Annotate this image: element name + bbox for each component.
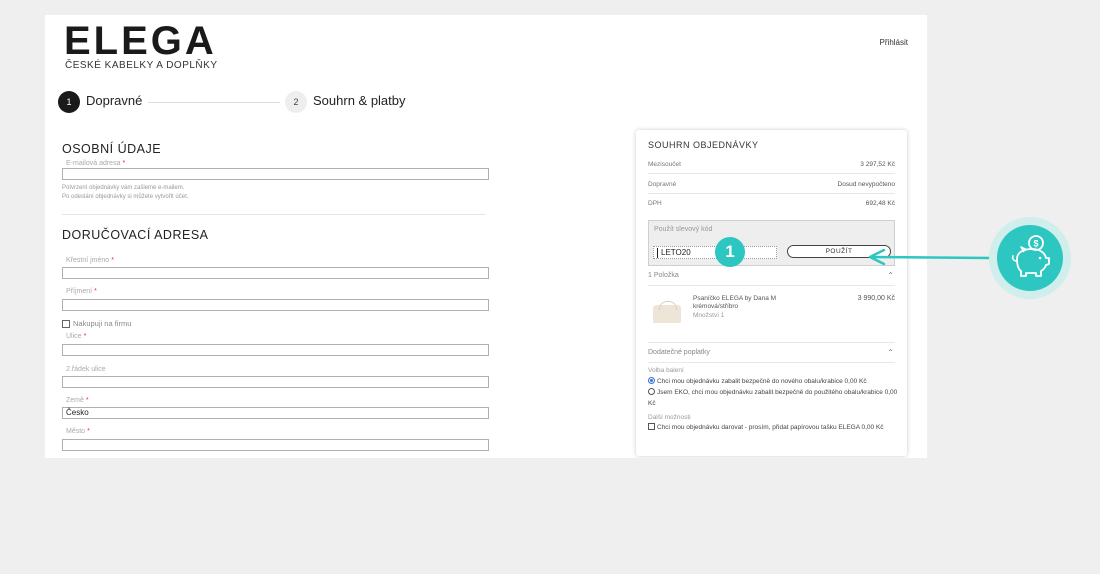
section-divider [62,214,486,215]
step-connector [148,102,280,103]
packaging-label: Volba balení [648,367,684,374]
subtotal-row: Mezisoučet 3 297,52 Kč [648,161,895,168]
street-label: Ulice * [66,333,87,340]
company-checkbox[interactable]: Nakupuji na firmu [62,319,131,328]
country-select[interactable]: Česko [62,407,489,419]
gift-bag-label: Chci mou objednávku darovat - prosím, př… [657,424,884,431]
product-name: Psaníčko ELEGA by Dana M krémová/stříbro [693,295,777,310]
company-checkbox-label: Nakupuji na firmu [73,319,132,328]
step-marker-badge: 1 [715,237,745,267]
items-accordion-header[interactable]: 1 Položka ⌃ [648,271,895,280]
subtotal-value: 3 297,52 Kč [860,161,895,168]
order-summary-title: SOUHRN OBJEDNÁVKY [648,140,759,150]
fees-label: Dodatečné poplatky [648,349,710,356]
chevron-up-icon[interactable]: ⌃ [887,348,894,357]
delivery-address-title: DORUČOVACÍ ADRESA [62,228,209,242]
country-label: Země * [66,397,89,404]
personal-info-title: OSOBNÍ ÚDAJE [62,142,162,156]
store-logo[interactable]: ELEGA ČESKÉ KABELKY A DOPLŇKY [64,21,218,71]
order-summary-panel: SOUHRN OBJEDNÁVKY Mezisoučet 3 297,52 Kč… [636,130,907,456]
shipping-row: Dopravné Dosud nevypočteno [648,181,895,188]
row-divider [648,285,895,286]
vat-label: DPH [648,200,662,207]
row-divider [648,362,895,363]
step-number: 1 [58,91,80,113]
fees-accordion-header[interactable]: Dodatečné poplatky ⌃ [648,348,895,357]
first-name-field[interactable] [62,267,489,279]
coupon-label: Použít slevový kód [654,226,713,233]
vat-row: DPH 692,48 Kč [648,200,895,207]
street2-label: 2.řádek ulice [66,366,106,373]
logo-title: ELEGA [64,19,217,63]
svg-text:$: $ [1033,239,1038,249]
first-name-label: Křestní jméno * [66,257,114,264]
shipping-label: Dopravné [648,181,677,188]
login-link[interactable]: Přihlásit [880,38,908,47]
row-divider [648,173,895,174]
packaging-option-new[interactable]: Chci mou objednávku zabalit bezpečně do … [648,376,898,387]
packaging-option-eco[interactable]: Jsem EKO, chci mou objednávku zabalit be… [648,387,898,409]
city-field[interactable] [62,439,489,451]
last-name-field[interactable] [62,299,489,311]
product-price: 3 990,00 Kč [857,295,895,302]
step-label: Souhrn & platby [313,93,406,108]
subtotal-label: Mezisoučet [648,161,681,168]
row-divider [648,193,895,194]
product-quantity: Množství 1 [693,312,725,319]
checkout-steps: 1 Dopravné 2 Souhrn & platby [58,90,478,116]
items-count-label: 1 Položka [648,272,679,279]
step-number: 2 [285,91,307,113]
checkout-page: ELEGA ČESKÉ KABELKY A DOPLŇKY Přihlásit … [45,15,927,458]
packaging-option-label: Jsem EKO, chci mou objednávku zabalit be… [648,389,898,407]
chevron-up-icon[interactable]: ⌃ [887,271,894,280]
city-label: Město * [66,428,90,435]
other-options-label: Další možnosti [648,414,691,421]
checkbox-box[interactable] [62,319,70,328]
packaging-option-label: Chci mou objednávku zabalit bezpečně do … [657,378,867,385]
last-name-label: Příjmení * [66,288,97,295]
account-hint: Po odeslání objednávky si můžete vytvoři… [62,194,189,200]
piggy-bank-coin-icon: $ [1011,235,1050,277]
step-label: Dopravné [86,93,143,108]
annotation-arrow [868,248,991,266]
gift-bag-option[interactable]: Chci mou objednávku darovat - prosím, př… [648,422,898,433]
row-divider [648,342,895,343]
shipping-value: Dosud nevypočteno [837,181,895,188]
product-thumbnail [653,301,681,323]
email-hint: Potvrzení objednávky vám zašleme e-maile… [62,185,185,191]
logo-subtitle: ČESKÉ KABELKY A DOPLŇKY [65,60,218,71]
coupon-box: Použít slevový kód LETO20 POUŽÍT [648,220,895,266]
radio-selected[interactable] [648,377,655,384]
street-field[interactable] [62,344,489,356]
checkbox-box[interactable] [648,423,655,430]
street2-field[interactable] [62,376,489,388]
radio-unselected[interactable] [648,388,655,395]
email-label: E-mailová adresa * [66,160,126,167]
email-field[interactable] [62,168,489,180]
vat-value: 692,48 Kč [865,200,895,207]
